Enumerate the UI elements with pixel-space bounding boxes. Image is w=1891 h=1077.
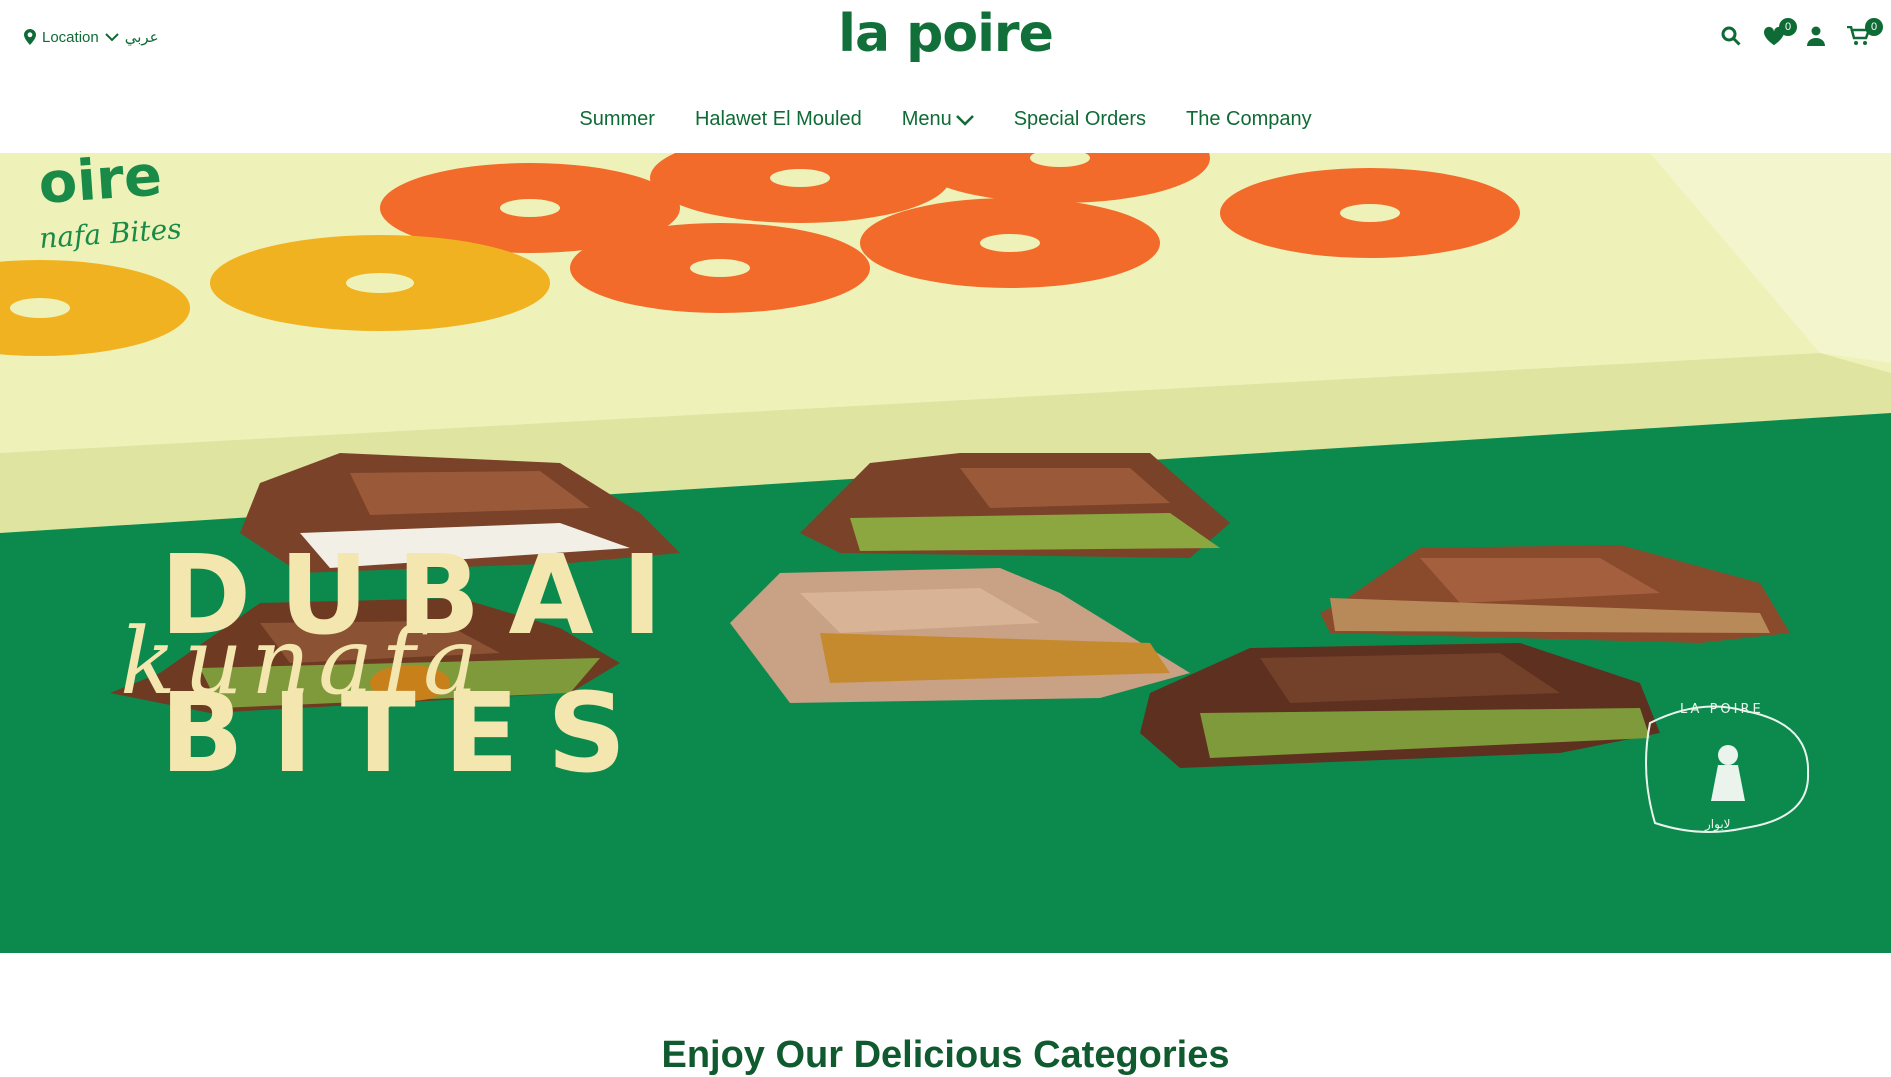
nav-item-special-orders[interactable]: Special Orders xyxy=(1014,108,1146,131)
hero-image: oire nafa Bites DUBAI kunafa BITES LA PO… xyxy=(0,153,1891,953)
wishlist-count-badge: 0 xyxy=(1779,18,1797,36)
cart-button[interactable]: 0 xyxy=(1847,18,1883,51)
nav-item-the-company[interactable]: The Company xyxy=(1186,108,1312,131)
site-header: Location عربي la poire 0 0 Summer Halawe… xyxy=(0,0,1891,153)
seal-arabic-text: لابوار xyxy=(1704,817,1731,832)
chevron-down-icon xyxy=(955,114,974,126)
header-actions: 0 0 xyxy=(1721,18,1883,51)
account-icon[interactable] xyxy=(1807,26,1825,51)
main-nav: Summer Halawet El Mouled Menu Special Or… xyxy=(0,108,1891,131)
nav-item-summer[interactable]: Summer xyxy=(579,108,655,131)
nav-item-menu[interactable]: Menu xyxy=(902,108,974,131)
box-brand-text: oire xyxy=(36,153,163,217)
search-icon[interactable] xyxy=(1721,26,1741,51)
nav-item-menu-label: Menu xyxy=(901,108,952,130)
hero-title-line3: BITES xyxy=(160,669,654,797)
logo[interactable]: la poire xyxy=(0,4,1891,64)
chocolate-piece xyxy=(800,453,1230,558)
nav-item-halawet-el-mouled[interactable]: Halawet El Mouled xyxy=(695,108,862,131)
seal-text: LA POIRE xyxy=(1680,702,1764,717)
wishlist-button[interactable]: 0 xyxy=(1763,18,1797,51)
cart-count-badge: 0 xyxy=(1865,18,1883,36)
hero-banner[interactable]: oire nafa Bites DUBAI kunafa BITES LA PO… xyxy=(0,153,1891,953)
section-title: Enjoy Our Delicious Categories xyxy=(661,1033,1230,1076)
